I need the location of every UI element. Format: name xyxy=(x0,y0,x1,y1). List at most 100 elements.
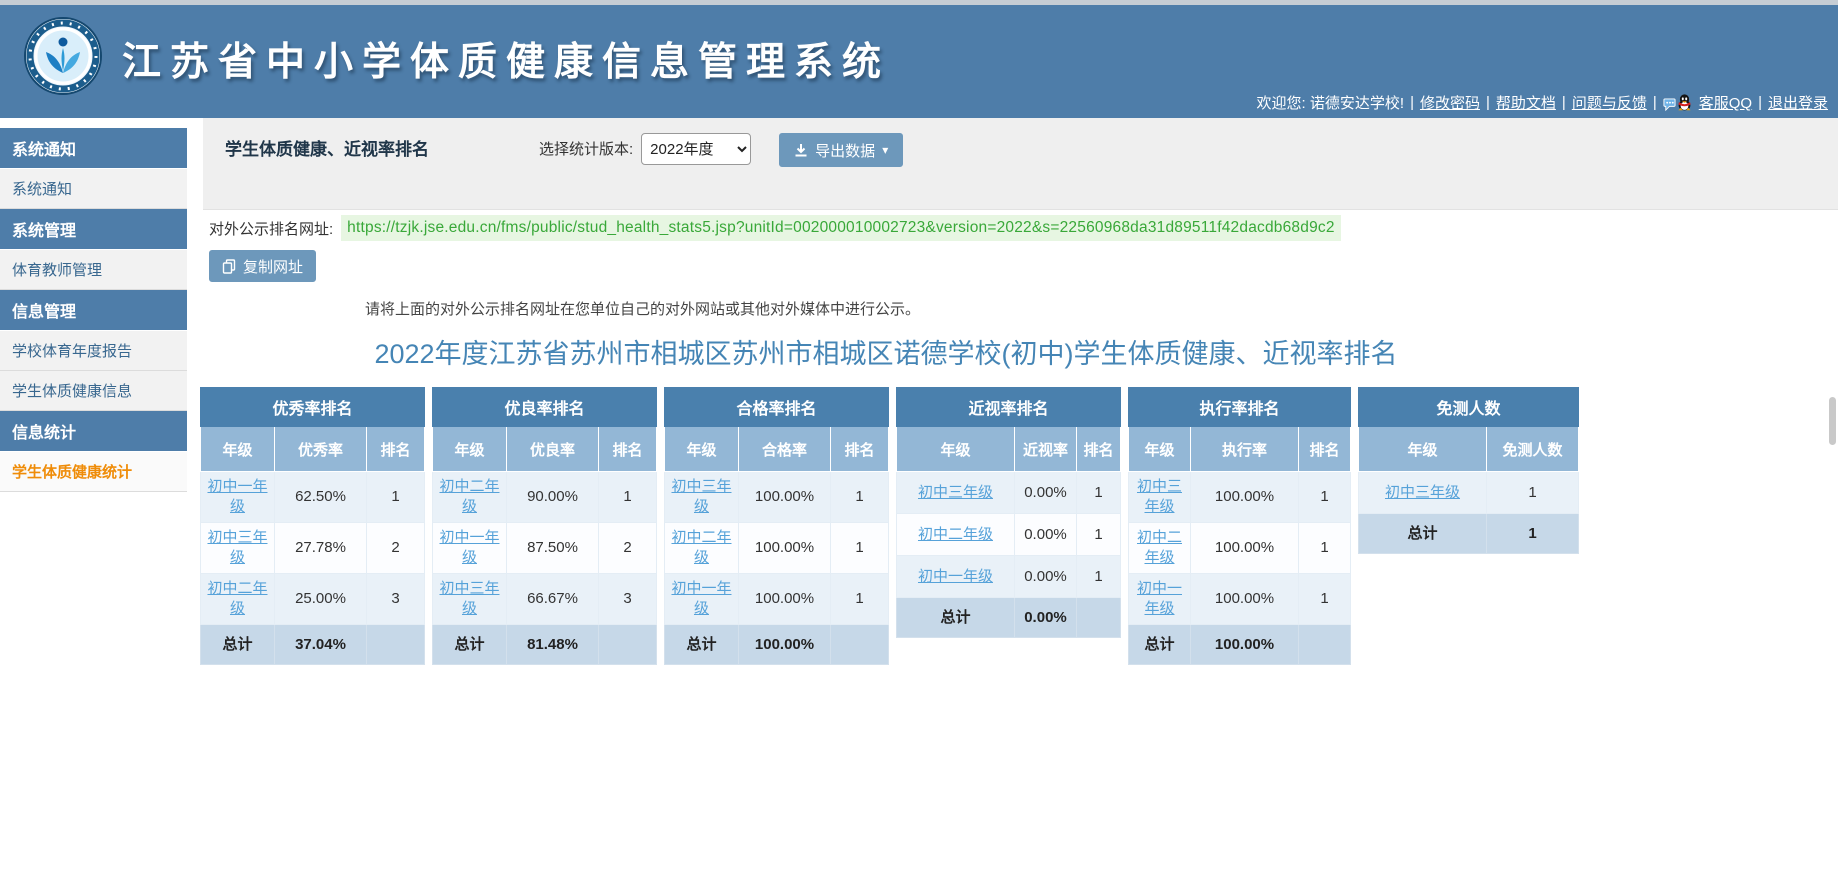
value-cell: 87.50% xyxy=(506,522,599,574)
rank-heading: 2022年度江苏省苏州市相城区苏州市相城区诺德学校(初中)学生体质健康、近视率排… xyxy=(374,339,1398,369)
grade-link[interactable]: 初中二年级 xyxy=(439,478,499,515)
value-cell: 0.00% xyxy=(1014,471,1077,514)
grade-link[interactable]: 初中一年级 xyxy=(671,580,731,617)
download-icon xyxy=(795,144,807,157)
column-header-优秀率: 优秀率 xyxy=(274,426,367,472)
value-cell: 100.00% xyxy=(738,522,831,574)
value-cell: 27.78% xyxy=(274,522,367,574)
table-title: 近视率排名 xyxy=(896,387,1121,427)
sidebar-item-学生体质健康统计[interactable]: 学生体质健康统计 xyxy=(0,452,187,492)
app-header: 江苏省中小学体质健康信息管理系统 欢迎您: 诺德安达学校! | 修改密码 | 帮… xyxy=(0,5,1838,118)
version-select[interactable]: 2022年度 xyxy=(641,133,752,165)
grade-link[interactable]: 初中三年级 xyxy=(671,478,731,515)
export-data-button[interactable]: 导出数据 ▾ xyxy=(779,133,904,167)
total-row: 总计 100.00% xyxy=(664,624,889,665)
grade-link[interactable]: 初中三年级 xyxy=(1385,484,1460,501)
grade-link[interactable]: 初中三年级 xyxy=(439,580,499,617)
rank-cell: 1 xyxy=(1076,555,1121,598)
column-header-排名: 排名 xyxy=(830,426,889,472)
link-change-password[interactable]: 修改密码 xyxy=(1420,92,1480,113)
column-header-年级: 年级 xyxy=(432,426,507,472)
grade-link[interactable]: 初中二年级 xyxy=(1137,529,1182,566)
grade-cell: 初中三年级 xyxy=(432,573,507,625)
table-row: 初中二年级 0.00% 1 xyxy=(896,513,1121,556)
grade-cell: 初中一年级 xyxy=(432,522,507,574)
table-row: 初中三年级 66.67% 3 xyxy=(432,573,657,625)
column-header-近视率: 近视率 xyxy=(1014,426,1077,472)
header-links: 欢迎您: 诺德安达学校! | 修改密码 | 帮助文档 | 问题与反馈 | 客服Q… xyxy=(1257,92,1828,113)
column-header-排名: 排名 xyxy=(1298,426,1351,472)
sidebar-item-学生体质健康信息[interactable]: 学生体质健康信息 xyxy=(0,371,187,411)
total-value xyxy=(1076,597,1121,638)
separator: | xyxy=(1485,94,1490,111)
scrollbar-thumb[interactable] xyxy=(1829,397,1836,445)
column-header-年级: 年级 xyxy=(1358,426,1487,472)
rank-cell: 1 xyxy=(830,471,889,523)
sidebar-item-学校体育年度报告[interactable]: 学校体育年度报告 xyxy=(0,331,187,371)
total-label: 总计 xyxy=(1128,624,1191,665)
sidebar-section-信息管理: 信息管理 xyxy=(0,290,187,331)
value-cell: 66.67% xyxy=(506,573,599,625)
grade-cell: 初中三年级 xyxy=(1358,471,1487,514)
link-help-docs[interactable]: 帮助文档 xyxy=(1496,92,1556,113)
grade-cell: 初中一年级 xyxy=(664,573,739,625)
value-cell: 100.00% xyxy=(1190,471,1299,523)
sidebar-section-系统管理: 系统管理 xyxy=(0,209,187,250)
total-value: 1 xyxy=(1486,513,1579,554)
copy-url-button[interactable]: 复制网址 xyxy=(209,250,317,282)
rank-cell: 3 xyxy=(366,573,425,625)
link-support-qq[interactable]: 客服QQ xyxy=(1699,92,1752,113)
rank-cell: 1 xyxy=(1298,522,1351,574)
value-cell: 0.00% xyxy=(1014,555,1077,598)
link-logout[interactable]: 退出登录 xyxy=(1768,92,1828,113)
caret-down-icon: ▾ xyxy=(882,143,889,157)
separator: | xyxy=(1758,94,1762,111)
grade-link[interactable]: 初中一年级 xyxy=(918,568,993,585)
grade-cell: 初中二年级 xyxy=(896,513,1015,556)
rank-table-合格率排名: 合格率排名 年级 合格率 排名 初中三年级 100.00% 1 初中二年级 100.00% 1 初中… xyxy=(664,387,889,665)
sidebar-item-系统通知[interactable]: 系统通知 xyxy=(0,169,187,209)
table-row: 初中三年级 27.78% 2 xyxy=(200,522,425,574)
grade-link[interactable]: 初中三年级 xyxy=(918,484,993,501)
table-title: 执行率排名 xyxy=(1128,387,1351,427)
separator: | xyxy=(1410,94,1414,111)
copy-icon xyxy=(222,258,236,274)
column-header-执行率: 执行率 xyxy=(1190,426,1299,472)
grade-link[interactable]: 初中一年级 xyxy=(439,529,499,566)
rank-cell: 1 xyxy=(1298,471,1351,523)
grade-link[interactable]: 初中二年级 xyxy=(671,529,731,566)
separator: | xyxy=(1652,94,1657,111)
sidebar-section-系统通知: 系统通知 xyxy=(0,128,187,169)
table-row: 初中一年级 62.50% 1 xyxy=(200,471,425,523)
value-cell: 100.00% xyxy=(738,573,831,625)
table-title: 合格率排名 xyxy=(664,387,889,427)
sidebar-item-体育教师管理[interactable]: 体育教师管理 xyxy=(0,250,187,290)
total-value xyxy=(1298,624,1351,665)
column-header-排名: 排名 xyxy=(1076,426,1121,472)
grade-link[interactable]: 初中一年级 xyxy=(1137,580,1182,617)
publish-url-label: 对外公示排名网址: xyxy=(209,220,334,238)
table-row: 初中三年级 100.00% 1 xyxy=(664,471,889,523)
qq-penguin-icon xyxy=(1678,94,1691,111)
sidebar-section-信息统计: 信息统计 xyxy=(0,411,187,452)
total-value: 81.48% xyxy=(506,624,599,665)
link-feedback[interactable]: 问题与反馈 xyxy=(1572,92,1647,113)
total-row: 总计 37.04% xyxy=(200,624,425,665)
total-row: 总计 100.00% xyxy=(1128,624,1351,665)
value-cell: 62.50% xyxy=(274,471,367,523)
table-row: 初中三年级 0.00% 1 xyxy=(896,471,1121,514)
rank-cell: 1 xyxy=(598,471,657,523)
grade-link[interactable]: 初中二年级 xyxy=(918,526,993,543)
value-cell: 0.00% xyxy=(1014,513,1077,556)
table-row: 初中二年级 90.00% 1 xyxy=(432,471,657,523)
grade-link[interactable]: 初中一年级 xyxy=(207,478,267,515)
page-title: 学生体质健康、近视率排名 xyxy=(225,140,429,159)
rank-cell: 3 xyxy=(598,573,657,625)
grade-cell: 初中三年级 xyxy=(664,471,739,523)
grade-link[interactable]: 初中二年级 xyxy=(207,580,267,617)
table-row: 初中二年级 100.00% 1 xyxy=(1128,522,1351,574)
app-logo-icon xyxy=(24,17,102,95)
grade-link[interactable]: 初中三年级 xyxy=(207,529,267,566)
grade-link[interactable]: 初中三年级 xyxy=(1137,478,1182,515)
